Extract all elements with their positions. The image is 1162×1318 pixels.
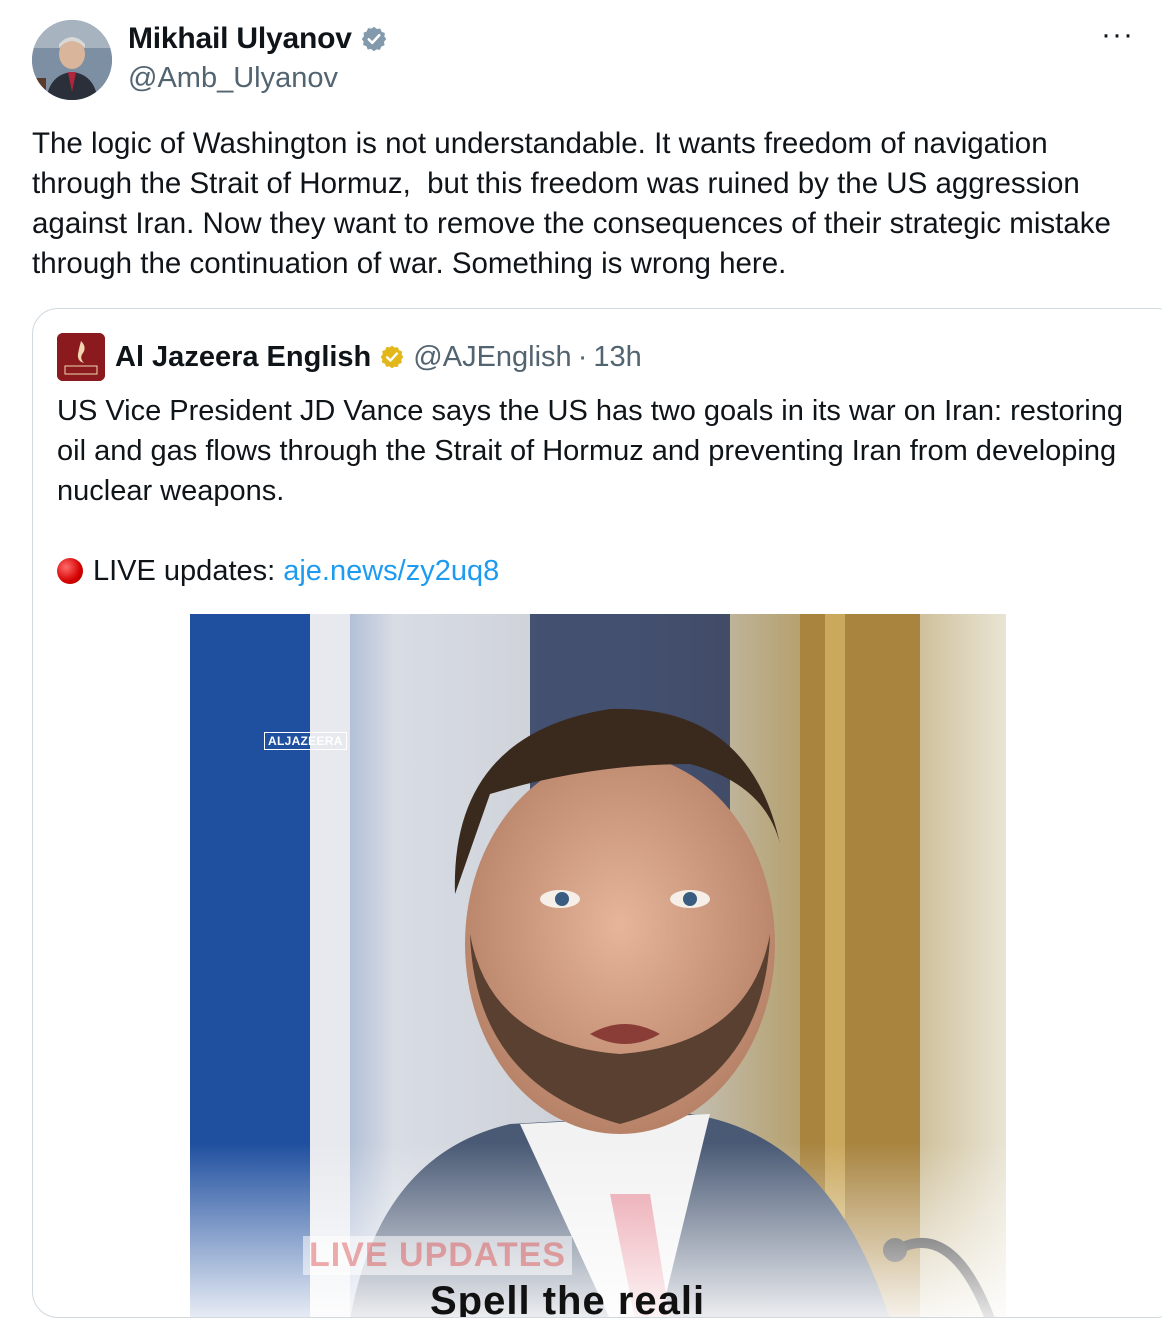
author-handle[interactable]: @Amb_Ulyanov <box>128 62 338 95</box>
avatar-photo <box>32 20 112 100</box>
gold-verified-badge-icon <box>380 345 404 369</box>
verified-badge-icon <box>361 26 386 52</box>
dot-separator: · <box>577 340 588 373</box>
live-updates-label: LIVE updates: <box>93 555 276 587</box>
author-name[interactable]: Mikhail Ulyanov <box>128 22 352 56</box>
aljazeera-watermark: ALJAZEERA <box>264 732 347 750</box>
quoted-author-handle[interactable]: @AJEnglish <box>413 341 571 374</box>
live-updates-link[interactable]: aje.news/zy2uq8 <box>283 551 499 591</box>
tweet-text: The logic of Washington is not understan… <box>32 127 1120 280</box>
quoted-tweet-text: US Vice President JD Vance says the US h… <box>57 395 1132 507</box>
aljazeera-logo-icon <box>57 333 105 381</box>
quoted-author-name[interactable]: Al Jazeera English <box>115 341 371 374</box>
quoted-tweet[interactable]: Al Jazeera English @AJEnglish · 13h US V… <box>32 308 1162 1318</box>
red-circle-icon <box>57 558 83 584</box>
aljazeera-avatar[interactable] <box>57 333 105 381</box>
live-updates-banner: LIVE UPDATES <box>303 1236 572 1275</box>
quoted-timestamp[interactable]: 13h <box>593 341 641 374</box>
vance-photo <box>190 614 1006 1317</box>
author-avatar[interactable] <box>32 20 112 100</box>
quoted-media-image[interactable]: ALJAZEERA LIVE UPDATES Spell the reali <box>190 614 1006 1318</box>
image-caption-text: Spell the reali <box>430 1279 706 1318</box>
more-options-icon[interactable]: ··· <box>1101 18 1134 52</box>
